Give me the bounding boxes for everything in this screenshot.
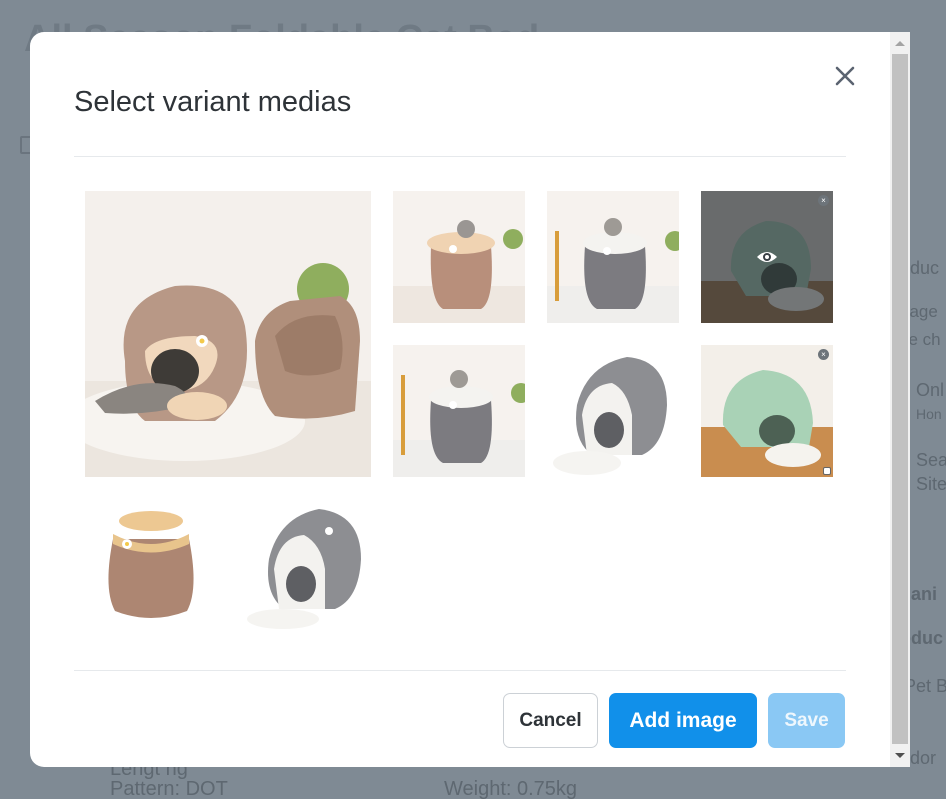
zoom-icon[interactable] [823, 467, 831, 475]
variant-media-modal: Select variant medias × × Cancel Add ima… [30, 32, 910, 767]
cat-bed-image [393, 191, 525, 323]
remove-icon[interactable]: × [818, 349, 829, 360]
cat-bed-image [701, 345, 833, 477]
eye-icon[interactable] [756, 249, 778, 265]
cat-bed-image [547, 345, 679, 477]
close-icon[interactable] [833, 64, 857, 88]
modal-title: Select variant medias [74, 86, 352, 118]
bg-fragment: Hon [916, 406, 942, 422]
scroll-up-arrow-icon[interactable] [895, 41, 905, 46]
media-thumbnail[interactable] [239, 499, 371, 631]
footer-divider [74, 670, 846, 671]
bg-attribute-pattern: Pattern: DOT [110, 778, 228, 799]
bg-fragment: Pet B [904, 676, 946, 696]
bg-fragment: Site [916, 474, 946, 494]
media-thumbnail-hovered[interactable]: × [701, 191, 833, 323]
scroll-down-arrow-icon[interactable] [895, 753, 905, 758]
cat-bed-image [547, 191, 679, 323]
modal-scrollbar[interactable] [890, 32, 910, 767]
bg-attribute-weight: Weight: 0.75kg [444, 778, 578, 799]
remove-icon[interactable]: × [818, 195, 829, 206]
cat-bed-image [85, 191, 371, 477]
cat-bed-image [393, 345, 525, 477]
save-button[interactable]: Save [768, 693, 845, 748]
cat-bed-image [239, 499, 371, 631]
cancel-button[interactable]: Cancel [503, 693, 598, 748]
media-thumbnail[interactable] [85, 191, 371, 477]
bg-fragment: Sea [916, 450, 946, 470]
media-thumbnail[interactable] [547, 191, 679, 323]
media-thumbnail[interactable] [547, 345, 679, 477]
scrollbar-thumb[interactable] [892, 54, 908, 744]
media-thumbnail[interactable]: × [701, 345, 833, 477]
add-image-button[interactable]: Add image [609, 693, 757, 748]
bg-fragment: Onl [916, 380, 945, 400]
media-thumbnail[interactable] [393, 191, 525, 323]
media-thumbnail[interactable] [85, 499, 217, 631]
media-thumbnail[interactable] [393, 345, 525, 477]
cat-bed-image [85, 499, 217, 631]
header-divider [74, 156, 846, 157]
